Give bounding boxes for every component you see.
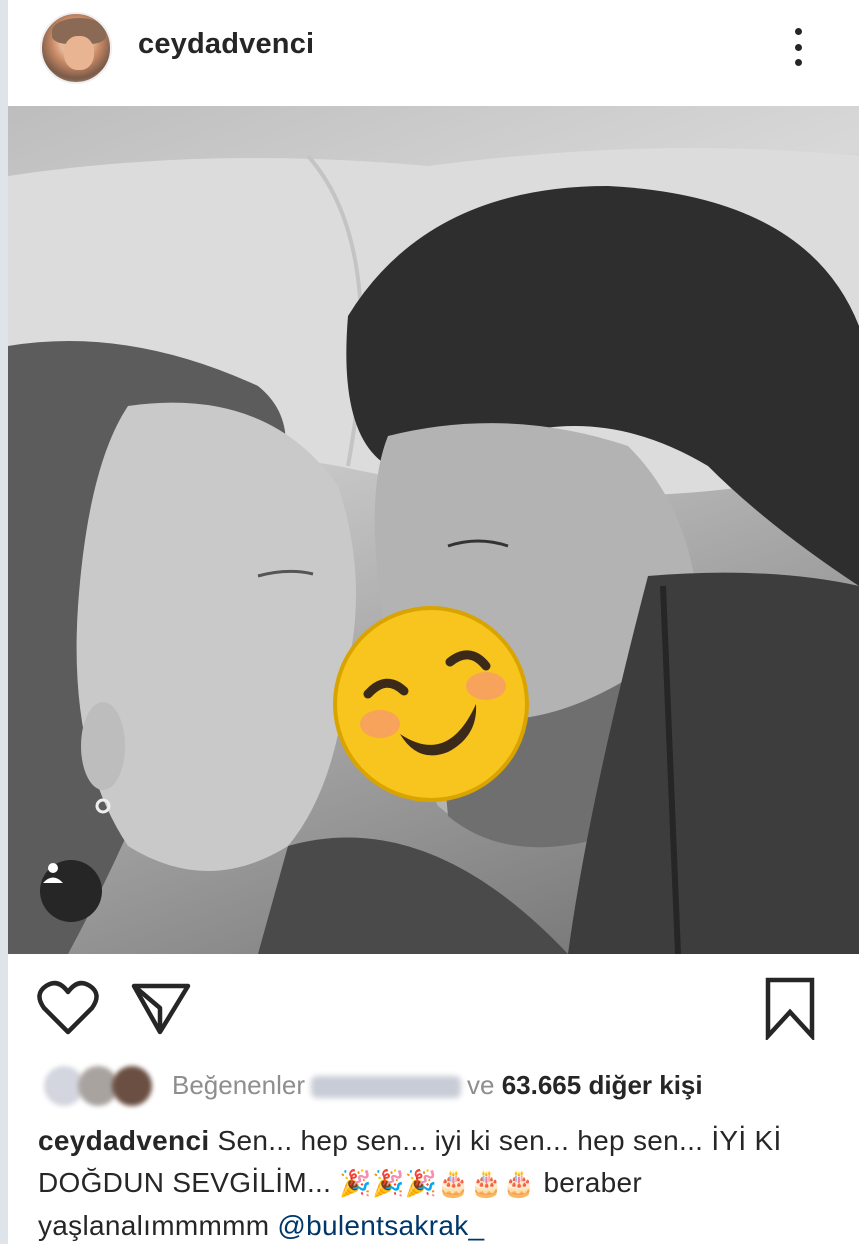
bookmark-outline-icon[interactable]	[762, 976, 818, 1042]
caption-mention[interactable]: @bulentsakrak_	[277, 1210, 484, 1241]
caption-emojis: 🎉🎉🎉🎂🎂🎂	[339, 1169, 536, 1199]
likes-summary[interactable]: Beğenenler ve 63.665 diğer kişi	[8, 1060, 859, 1112]
more-options-icon[interactable]	[786, 24, 810, 70]
post-caption: ceydadvenci Sen... hep sen... iyi ki sen…	[38, 1120, 828, 1244]
likes-count[interactable]: 63.665 diğer kişi	[502, 1070, 703, 1100]
post-username[interactable]: ceydadvenci	[138, 28, 314, 61]
post-actions	[8, 962, 859, 1052]
blurred-liker-name	[311, 1076, 461, 1099]
liker-avatars	[44, 1066, 164, 1106]
heart-outline-icon[interactable]	[36, 980, 100, 1036]
paper-plane-icon[interactable]	[130, 980, 194, 1036]
photo-illustration	[8, 148, 859, 954]
caption-username[interactable]: ceydadvenci	[38, 1125, 209, 1156]
likes-text: Beğenenler ve 63.665 diğer kişi	[172, 1070, 703, 1101]
window-edge	[0, 0, 8, 1244]
profile-avatar[interactable]	[40, 12, 112, 84]
post-photo[interactable]	[8, 106, 859, 954]
likes-prefix: Beğenenler	[172, 1070, 305, 1100]
user-tag-icon[interactable]	[40, 860, 102, 922]
smiling-emoji-sticker	[333, 606, 529, 802]
post-header: ceydadvenci	[8, 0, 867, 106]
likes-connector: ve	[467, 1070, 495, 1100]
